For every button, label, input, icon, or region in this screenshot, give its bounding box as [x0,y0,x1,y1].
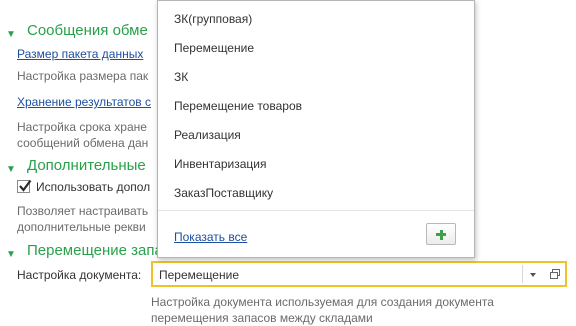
additional-hint-line2: дополнительные рекви [17,220,146,234]
document-setting-hint-line2: перемещения запасов между складами [151,311,373,325]
dropdown-divider [158,210,474,211]
section-collapse-icon[interactable]: ▼ [6,164,16,175]
results-storage-hint-line1: Настройка срока хране [17,120,147,134]
section-title-messages[interactable]: Сообщения обме [27,22,148,39]
list-item[interactable]: Реализация [174,128,241,142]
packet-size-link[interactable]: Размер пакета данных [17,47,143,61]
show-all-link[interactable]: Показать все [174,230,247,244]
use-additional-checkbox[interactable] [17,179,32,193]
use-additional-label[interactable]: Использовать допол [36,180,150,194]
document-setting-field[interactable]: Перемещение [151,261,567,287]
document-setting-value[interactable]: Перемещение [159,268,239,282]
list-item[interactable]: Перемещение товаров [174,99,302,113]
additional-hint-line1: Позволяет настраивать [17,204,149,218]
packet-size-hint: Настройка размера пак [17,69,149,83]
section-collapse-icon[interactable]: ▼ [6,249,16,260]
dropdown-arrow-icon[interactable] [522,265,542,283]
document-setting-label: Настройка документа: [17,268,142,282]
section-collapse-icon[interactable]: ▼ [6,29,16,40]
results-storage-hint-line2: сообщений обмена дан [17,136,149,150]
list-item[interactable]: Перемещение [174,41,254,55]
section-title-stock-transfer[interactable]: Перемещение запас [27,242,170,259]
open-form-icon[interactable] [547,266,563,282]
list-item[interactable]: ЗК [174,70,188,84]
list-item[interactable]: Инвентаризация [174,157,266,171]
document-dropdown-list: ЗК(групповая) Перемещение ЗК Перемещение… [157,0,475,258]
list-item[interactable]: ЗаказПоставщику [174,186,273,200]
checkmark-icon [19,179,32,192]
results-storage-link[interactable]: Хранение результатов с [17,95,151,109]
list-item[interactable]: ЗК(групповая) [174,12,252,26]
section-title-additional[interactable]: Дополнительные [27,157,146,174]
add-button[interactable] [426,223,456,245]
document-setting-hint-line1: Настройка документа используемая для соз… [151,295,494,309]
